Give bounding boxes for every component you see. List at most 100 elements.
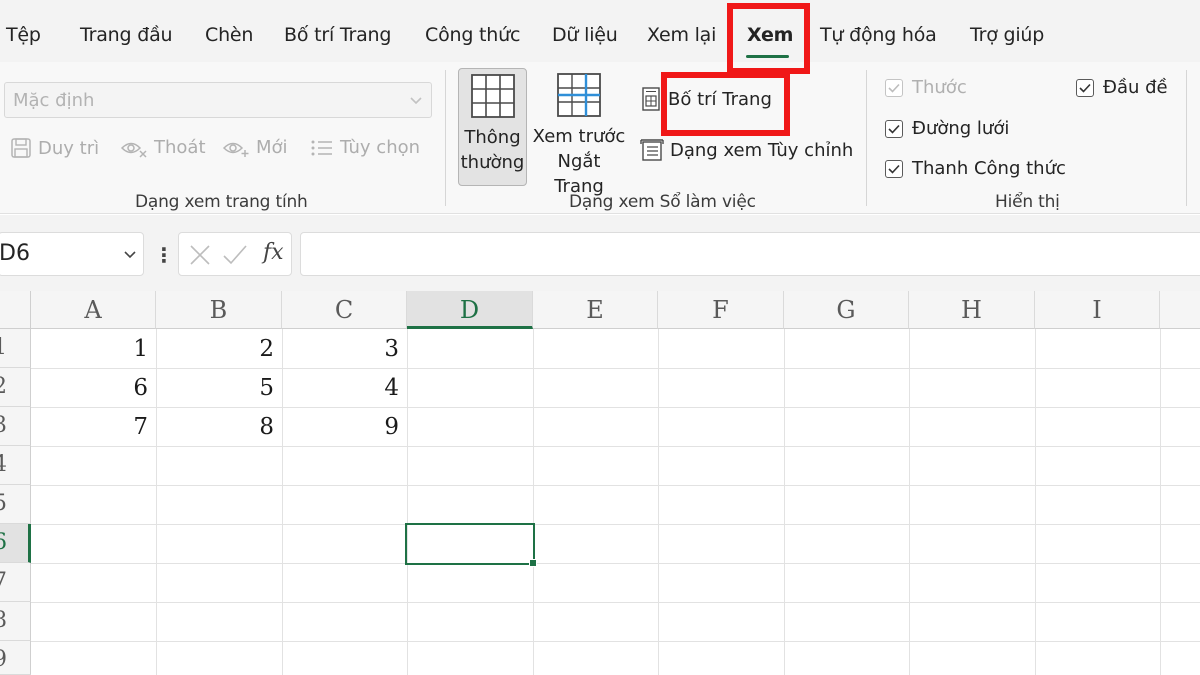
cell-b3[interactable]: 8: [156, 407, 282, 446]
cell-c1[interactable]: 3: [282, 329, 407, 368]
formula-bar-checkbox[interactable]: Thanh Công thức: [885, 158, 1066, 179]
row-header-7[interactable]: 7: [0, 563, 31, 602]
checkmark-icon: [888, 164, 900, 174]
page-layout-label: Bố trí Trang: [668, 88, 772, 110]
column-header-f[interactable]: F: [658, 291, 784, 329]
tab-insert[interactable]: Chèn: [205, 24, 253, 46]
new-view-button[interactable]: Mới: [222, 137, 288, 158]
tab-formulas[interactable]: Công thức: [425, 24, 520, 46]
name-box[interactable]: D6: [0, 232, 144, 276]
column-header-h[interactable]: H: [909, 291, 1035, 329]
row-header-5[interactable]: 5: [0, 485, 31, 524]
select-all-corner[interactable]: [0, 291, 31, 329]
page-break-icon: [557, 73, 601, 117]
chevron-down-icon[interactable]: [123, 249, 137, 261]
cell-b1[interactable]: 2: [156, 329, 282, 368]
group-divider: [866, 70, 867, 206]
tab-help[interactable]: Trợ giúp: [970, 24, 1044, 46]
gridline: [407, 329, 408, 675]
gridline: [784, 329, 785, 675]
cell-c2[interactable]: 4: [282, 368, 407, 407]
row-header-4[interactable]: 4: [0, 446, 31, 485]
cell-b2[interactable]: 5: [156, 368, 282, 407]
tab-file[interactable]: Tệp: [6, 24, 41, 46]
group-label-show: Hiển thị: [995, 192, 1060, 212]
exit-view-label: Thoát: [154, 137, 206, 158]
ribbon-view: Mặc định Duy trì Thoát Mới Tùy chọn Dạng…: [0, 62, 1200, 214]
sheet-view-select-value: Mặc định: [13, 90, 95, 111]
formula-input[interactable]: [300, 232, 1200, 276]
formula-controls: fx: [178, 232, 292, 276]
list-icon: [311, 140, 332, 155]
headings-label: Đầu đề: [1103, 77, 1168, 98]
checkmark-icon: [888, 83, 900, 93]
formula-bar-check-box: [885, 159, 903, 178]
gridline: [31, 446, 1200, 447]
new-view-label: Mới: [256, 137, 288, 158]
page-break-preview-button[interactable]: Xem trước Ngắt Trang: [531, 68, 627, 197]
worksheet-grid[interactable]: A B C D E F G H I 1 2 3 4 5 6 7 8 9 1 2 …: [0, 291, 1200, 675]
tab-page-layout[interactable]: Bố trí Trang: [284, 24, 391, 46]
cell-a1[interactable]: 1: [31, 329, 156, 368]
keep-view-button[interactable]: Duy trì: [10, 137, 99, 159]
enter-check-icon[interactable]: [222, 243, 248, 267]
sheet-view-select[interactable]: Mặc định: [4, 82, 432, 118]
tab-review[interactable]: Xem lại: [647, 24, 716, 46]
custom-views-label: Dạng xem Tùy chỉnh: [670, 139, 854, 161]
row-header-8[interactable]: 8: [0, 602, 31, 641]
checkmark-icon: [888, 124, 900, 134]
view-options-button[interactable]: Tùy chọn: [310, 137, 420, 158]
row-header-9[interactable]: 9: [0, 641, 31, 675]
menu-bar: Tệp Trang đầu Chèn Bố trí Trang Công thứ…: [0, 0, 1200, 62]
normal-view-button[interactable]: Thông thường: [458, 68, 527, 186]
row-header-6[interactable]: 6: [0, 524, 31, 563]
column-header-a[interactable]: A: [31, 291, 156, 329]
checkmark-icon: [1079, 83, 1091, 93]
insert-function-icon[interactable]: fx: [263, 240, 284, 265]
normal-view-label-1: Thông: [464, 127, 521, 148]
cell-c3[interactable]: 9: [282, 407, 407, 446]
group-label-sheet-view: Dạng xem trang tính: [135, 192, 308, 212]
column-header-c[interactable]: C: [282, 291, 407, 329]
column-header-d[interactable]: D: [407, 291, 533, 329]
gridlines-checkbox[interactable]: Đường lưới: [885, 118, 1009, 139]
active-cell-d6[interactable]: [405, 523, 535, 565]
exit-view-button[interactable]: Thoát: [120, 137, 206, 158]
page-break-label-1: Xem trước: [532, 126, 626, 147]
cancel-icon[interactable]: [188, 243, 212, 267]
active-tab-indicator: [746, 55, 789, 58]
normal-grid-icon: [470, 74, 515, 118]
gridline: [533, 329, 534, 675]
ruler-checkbox[interactable]: Thước: [885, 77, 967, 98]
more-options-icon[interactable]: ⋮: [154, 243, 174, 267]
gridlines-check-box: [885, 119, 903, 138]
view-options-label: Tùy chọn: [340, 137, 421, 158]
ruler-label: Thước: [912, 77, 967, 98]
save-icon: [11, 138, 31, 158]
row-header-1[interactable]: 1: [0, 329, 31, 368]
column-header-b[interactable]: B: [156, 291, 282, 329]
row-header-2[interactable]: 2: [0, 368, 31, 407]
page-layout-view-button[interactable]: Bố trí Trang: [640, 87, 772, 111]
column-header-e[interactable]: E: [533, 291, 658, 329]
fill-handle[interactable]: [529, 559, 537, 567]
column-header-i[interactable]: I: [1035, 291, 1160, 329]
cell-a2[interactable]: 6: [31, 368, 156, 407]
row-header-3[interactable]: 3: [0, 407, 31, 446]
gridline: [1035, 329, 1036, 675]
cell-a3[interactable]: 7: [31, 407, 156, 446]
tab-automate[interactable]: Tự động hóa: [820, 24, 937, 46]
headings-checkbox[interactable]: Đầu đề: [1076, 77, 1168, 98]
group-label-workbook-views: Dạng xem Sổ làm việc: [569, 192, 756, 212]
custom-views-button[interactable]: Dạng xem Tùy chỉnh: [640, 138, 853, 162]
chevron-down-icon: [410, 97, 422, 105]
tab-data[interactable]: Dữ liệu: [552, 24, 618, 46]
name-box-value: D6: [0, 241, 30, 266]
tab-view[interactable]: Xem: [747, 24, 793, 46]
formula-bar: D6 ⋮ fx: [0, 215, 1200, 291]
gridline: [31, 524, 1200, 525]
gridline: [31, 641, 1200, 642]
tab-home[interactable]: Trang đầu: [80, 24, 173, 46]
column-header-next[interactable]: [1160, 291, 1200, 329]
column-header-g[interactable]: G: [784, 291, 909, 329]
